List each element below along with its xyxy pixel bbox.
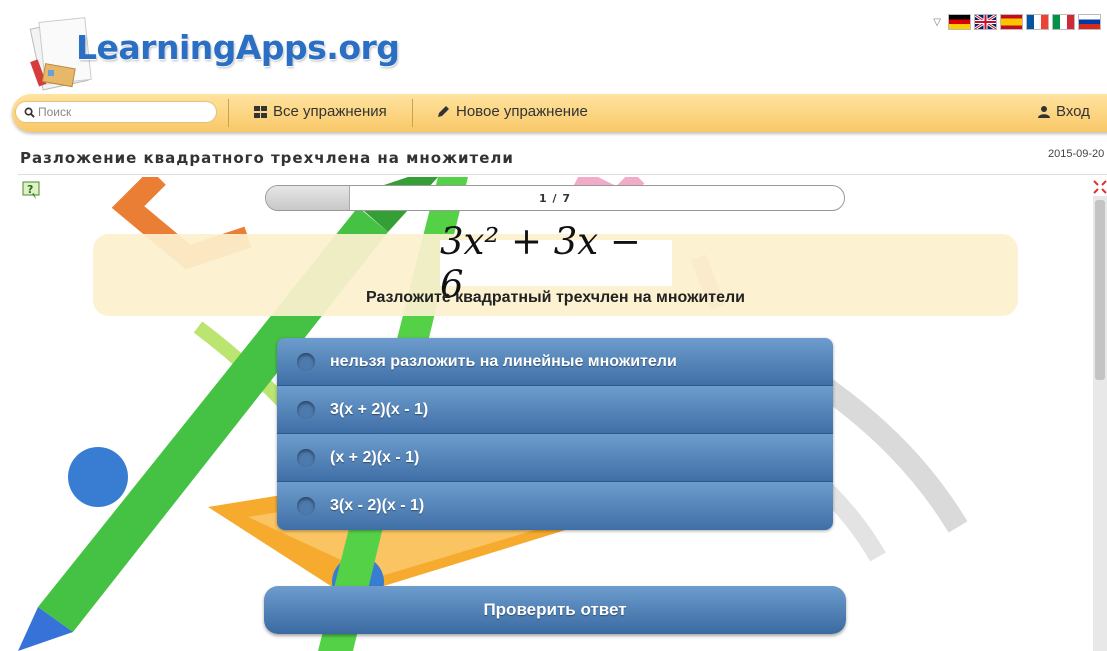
answer-label: 3(x + 2)(x - 1) [330, 400, 429, 418]
answer-label: нельзя разложить на линейные множители [330, 352, 677, 370]
search-placeholder: Поиск [38, 105, 72, 119]
nav-divider [412, 99, 413, 127]
check-answer-button[interactable]: Проверить ответ [264, 586, 846, 634]
flag-italian-icon[interactable] [1052, 14, 1075, 30]
progress-bar: 1 / 7 [265, 185, 845, 211]
user-icon [1038, 106, 1050, 118]
help-icon[interactable]: ? [22, 180, 42, 200]
language-selector[interactable]: ▽ [933, 14, 1101, 30]
fullscreen-icon[interactable] [1093, 180, 1107, 194]
answer-label: (x + 2)(x - 1) [330, 448, 420, 466]
scrollbar-thumb[interactable] [1095, 200, 1105, 380]
radio-button[interactable] [297, 448, 315, 467]
all-exercises-link[interactable]: Все упражнения [254, 103, 387, 120]
answer-option[interactable]: 3(x - 2)(x - 1) [277, 482, 833, 530]
date-label: 2015-09-20 [1048, 148, 1105, 160]
dropdown-arrow-icon[interactable]: ▽ [933, 17, 941, 28]
new-exercise-link[interactable]: Новое упражнение [437, 103, 588, 120]
flag-german-icon[interactable] [948, 14, 971, 30]
pencil-icon [438, 106, 449, 117]
search-input[interactable]: Поиск [15, 101, 217, 123]
answer-option[interactable]: 3(x + 2)(x - 1) [277, 386, 833, 434]
grid-icon [254, 105, 267, 118]
formula-image: 3x² + 3x − 6 [440, 220, 672, 306]
answer-options: нельзя разложить на линейные множители 3… [277, 338, 833, 530]
answer-label: 3(x - 2)(x - 1) [330, 497, 425, 514]
radio-button[interactable] [297, 400, 315, 419]
question-text: Разложите квадратный трехчлен на множите… [365, 289, 745, 306]
flag-english-icon[interactable] [974, 14, 997, 30]
login-label: Вход [1056, 103, 1090, 120]
page-title: Разложение квадратного трехчлена на множ… [20, 149, 514, 167]
new-exercise-label: Новое упражнение [456, 103, 588, 120]
flag-spanish-icon[interactable] [1000, 14, 1023, 30]
flag-french-icon[interactable] [1026, 14, 1049, 30]
logo-text[interactable]: LearningApps.org [76, 28, 400, 67]
answer-option[interactable]: (x + 2)(x - 1) [277, 434, 833, 482]
progress-text: 1 / 7 [539, 192, 571, 205]
search-icon [24, 107, 35, 118]
radio-button[interactable] [297, 497, 315, 515]
flag-russian-icon[interactable] [1078, 14, 1101, 30]
radio-button[interactable] [297, 352, 315, 371]
title-divider [18, 174, 1107, 175]
nav-divider [228, 99, 229, 127]
answer-option[interactable]: нельзя разложить на линейные множители [277, 338, 833, 386]
all-exercises-label: Все упражнения [273, 103, 387, 120]
login-link[interactable]: Вход [1038, 103, 1090, 120]
main-nav-bar: Поиск Все упражнения Новое упражнение Вх… [12, 94, 1107, 132]
